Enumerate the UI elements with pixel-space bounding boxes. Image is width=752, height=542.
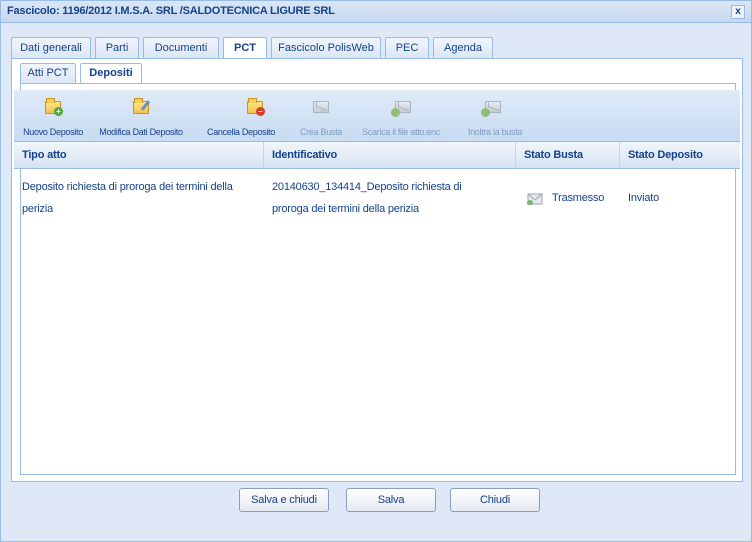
inoltra-busta-label: Inoltra la busta xyxy=(467,127,523,137)
crea-busta-label: Crea Busta xyxy=(299,127,343,137)
tab-parti[interactable]: Parti xyxy=(95,37,139,59)
close-button[interactable]: Chiudi xyxy=(450,488,540,512)
cell-tipo-atto: Deposito richiesta di proroga dei termin… xyxy=(14,176,264,220)
tab-pec[interactable]: PEC xyxy=(385,37,429,59)
column-header-identificativo[interactable]: Identificativo xyxy=(264,142,516,169)
dialog-window: Fascicolo: 1196/2012 I.M.S.A. SRL /SALDO… xyxy=(0,0,752,542)
tipo-atto-line-1: Deposito richiesta di proroga dei termin… xyxy=(22,181,233,193)
grid-header: Tipo atto Identificativo Stato Busta Sta… xyxy=(14,142,740,169)
column-header-stato-deposito[interactable]: Stato Deposito xyxy=(620,142,740,169)
cancella-deposito-label: Cancella Deposito xyxy=(207,127,275,137)
tipo-atto-line-2: perizia xyxy=(22,203,54,215)
nuovo-deposito-label: Nuovo Deposito xyxy=(23,127,83,137)
tab-fascicolo-polisweb[interactable]: Fascicolo PolisWeb xyxy=(271,37,381,59)
identificativo-line-2: proroga dei termini della perizia xyxy=(272,203,419,215)
column-header-tipo-atto[interactable]: Tipo atto xyxy=(14,142,264,169)
tab-atti-pct[interactable]: Atti PCT xyxy=(20,63,76,84)
folder-add-icon: + xyxy=(44,98,63,116)
folder-delete-icon: – xyxy=(246,98,265,116)
tab-depositi[interactable]: Depositi xyxy=(80,63,142,85)
envelope-download-icon xyxy=(391,98,412,117)
tab-dati-generali[interactable]: Dati generali xyxy=(11,37,91,59)
modifica-deposito-button[interactable]: Modifica Dati Deposito xyxy=(94,90,188,142)
scarica-file-button[interactable]: Scarica il file atto.enc xyxy=(354,90,448,142)
save-and-close-button[interactable]: Salva e chiudi xyxy=(239,488,329,512)
close-icon[interactable]: x xyxy=(731,5,745,19)
inoltra-busta-button[interactable]: Inoltra la busta xyxy=(454,90,536,142)
envelope-sent-icon xyxy=(527,193,543,206)
depositi-toolbar: + Nuovo Deposito Modifica Dati Deposito … xyxy=(14,90,740,142)
identificativo-line-1: 20140630_134414_Deposito richiesta di xyxy=(272,181,462,193)
tab-documenti[interactable]: Documenti xyxy=(143,37,219,59)
folder-edit-icon xyxy=(132,98,151,116)
nuovo-deposito-button[interactable]: + Nuovo Deposito xyxy=(18,90,88,142)
save-button[interactable]: Salva xyxy=(346,488,436,512)
tab-agenda[interactable]: Agenda xyxy=(433,37,493,59)
window-titlebar[interactable]: Fascicolo: 1196/2012 I.M.S.A. SRL /SALDO… xyxy=(1,1,751,23)
table-row[interactable]: Deposito richiesta di proroga dei termin… xyxy=(14,170,740,228)
scarica-file-label: Scarica il file atto.enc xyxy=(362,127,440,137)
cell-stato-deposito: Inviato xyxy=(628,192,660,204)
envelope-icon xyxy=(312,98,330,116)
envelope-forward-icon xyxy=(481,98,502,117)
cell-identificativo: 20140630_134414_Deposito richiesta di pr… xyxy=(264,176,516,220)
tab-pct[interactable]: PCT xyxy=(223,37,267,60)
cancella-deposito-button[interactable]: – Cancella Deposito xyxy=(192,90,290,142)
cell-stato-busta: Trasmesso xyxy=(552,192,605,204)
modifica-deposito-label: Modifica Dati Deposito xyxy=(99,127,183,137)
window-title: Fascicolo: 1196/2012 I.M.S.A. SRL /SALDO… xyxy=(7,5,335,17)
column-header-stato-busta[interactable]: Stato Busta xyxy=(516,142,620,169)
crea-busta-button[interactable]: Crea Busta xyxy=(294,90,348,142)
